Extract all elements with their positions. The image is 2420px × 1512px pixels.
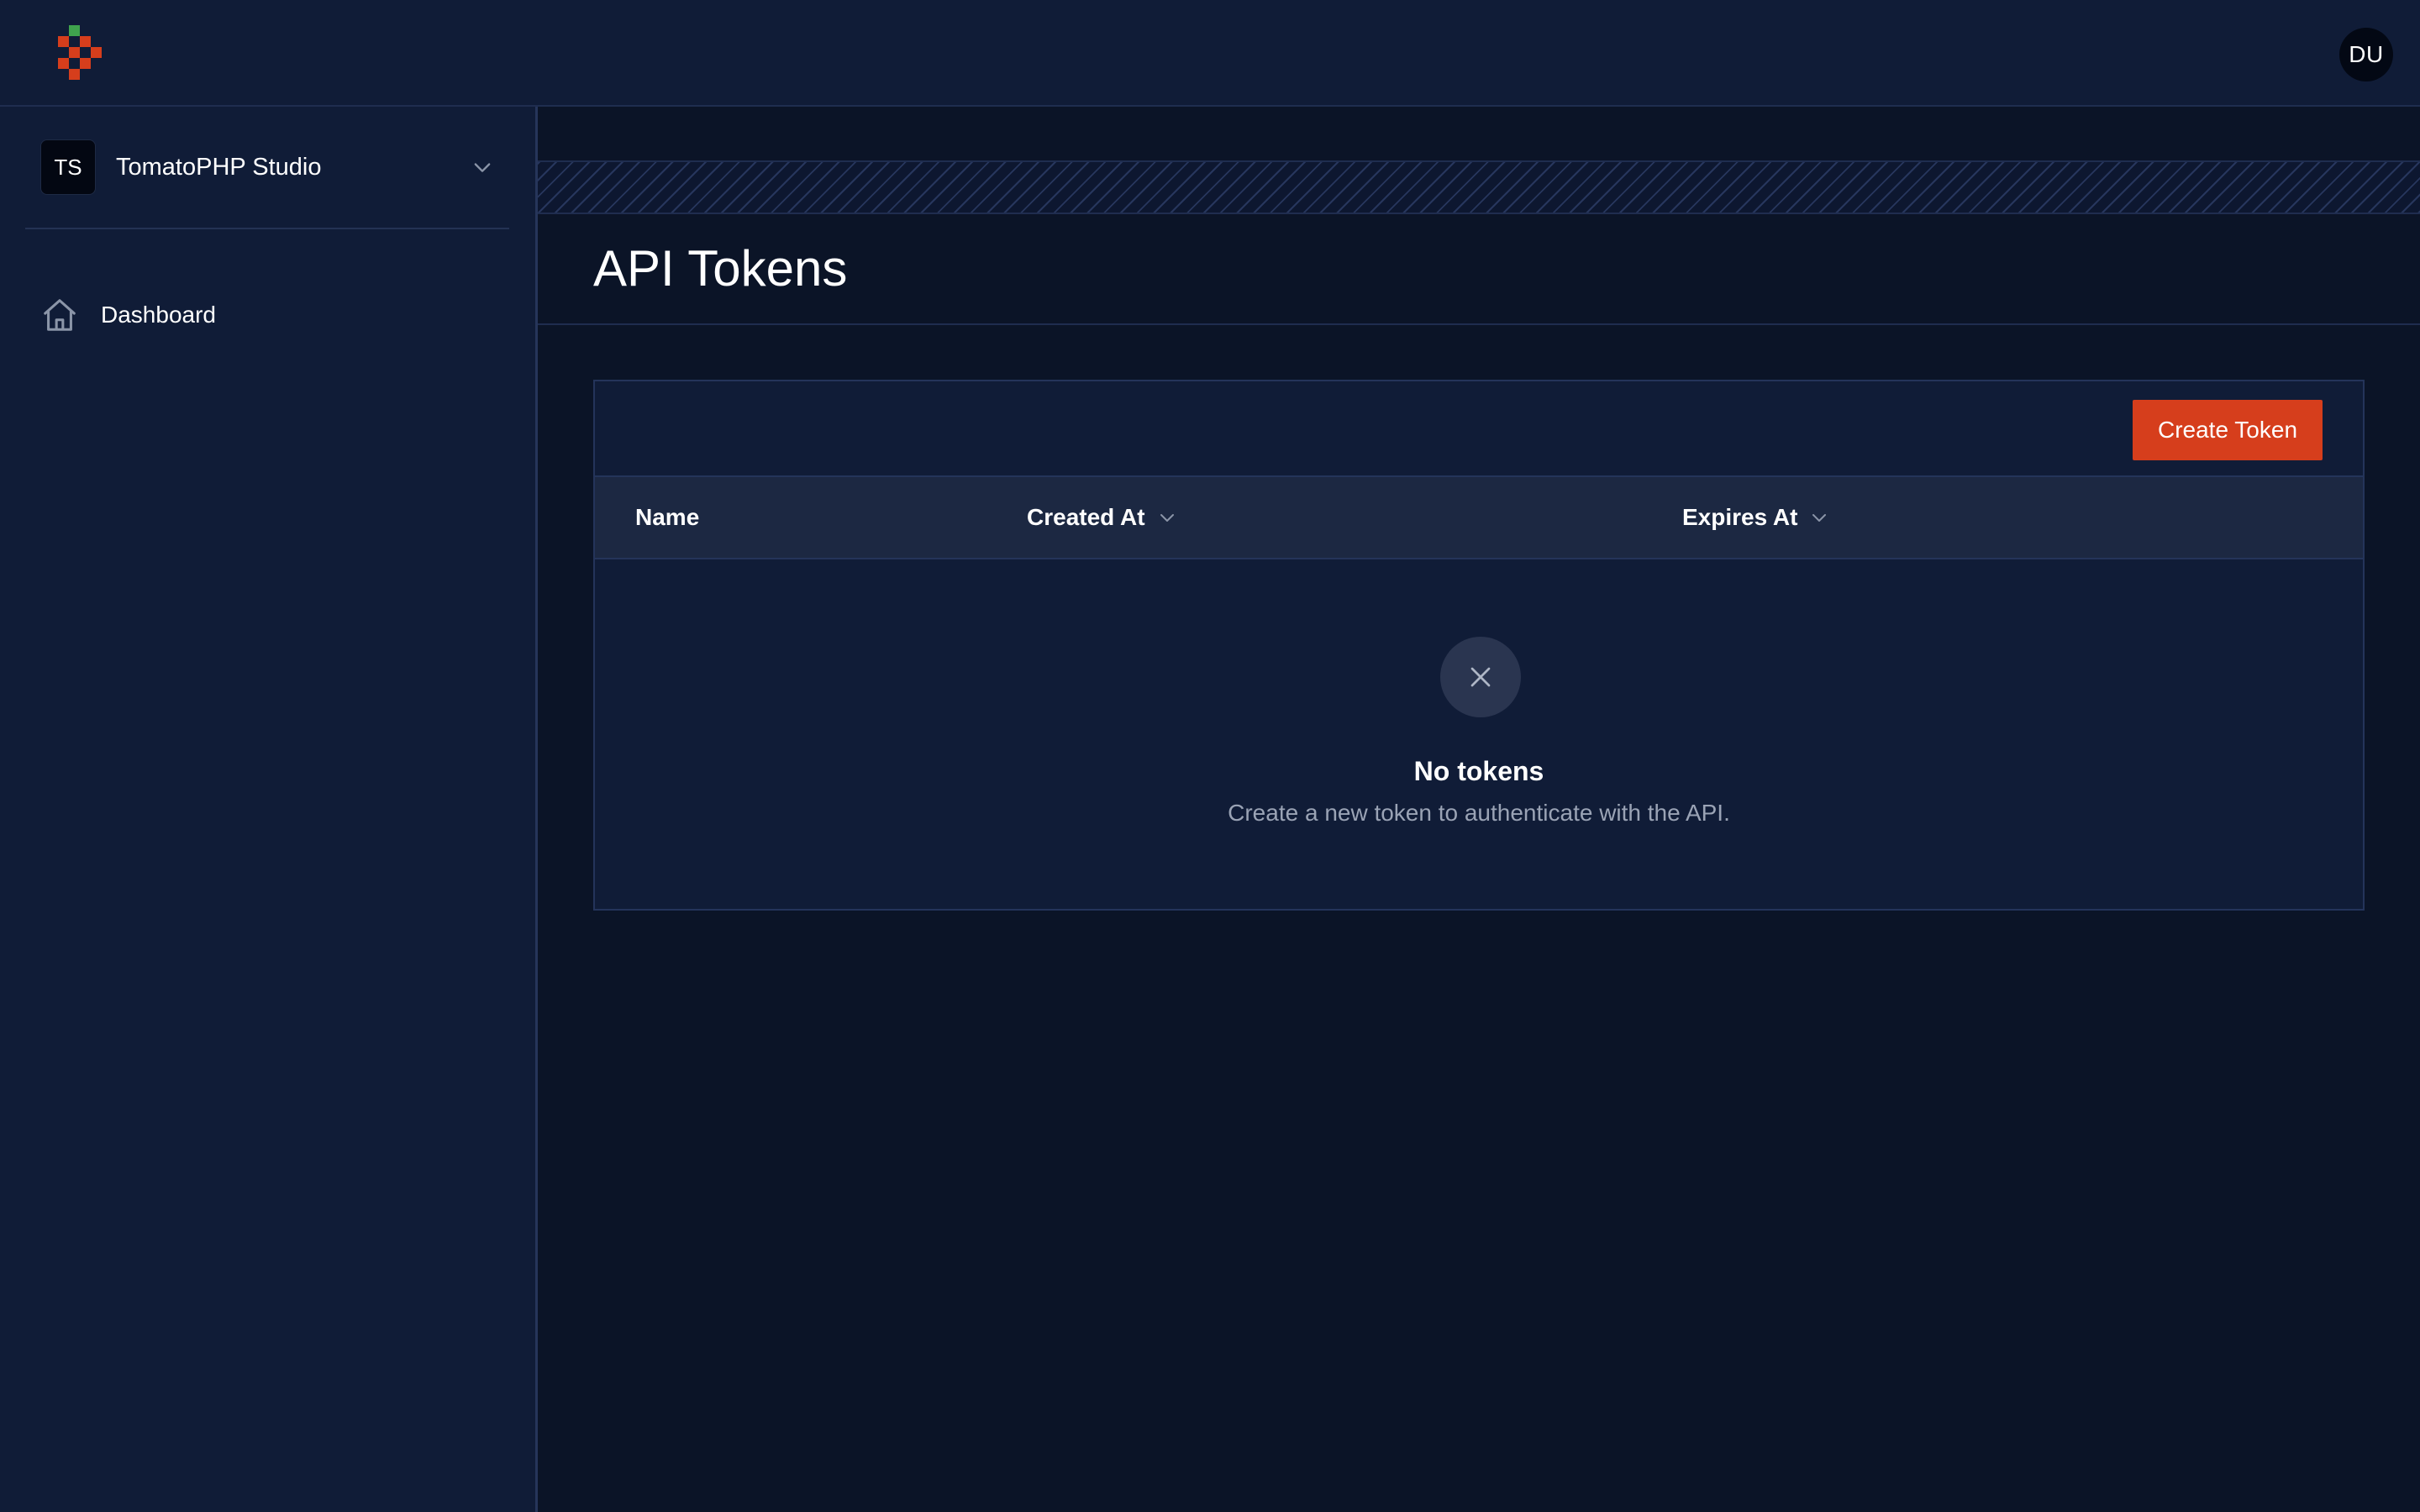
- page-header: API Tokens: [538, 214, 2420, 325]
- empty-state-title: No tokens: [1413, 756, 1544, 786]
- tomato-logo-icon[interactable]: [55, 25, 106, 82]
- top-bar: DU: [0, 0, 2420, 107]
- empty-state-icon: [1440, 637, 1521, 717]
- team-name: TomatoPHP Studio: [116, 153, 322, 181]
- create-token-button[interactable]: Create Token: [2133, 400, 2323, 460]
- sidebar-item-dashboard[interactable]: Dashboard: [25, 290, 504, 340]
- home-icon: [44, 299, 76, 331]
- user-avatar[interactable]: DU: [2339, 28, 2393, 81]
- table-toolbar: Create Token: [595, 381, 2363, 477]
- main-content: API Tokens Create Token Name Created At …: [538, 107, 2420, 1512]
- team-badge: TS: [40, 139, 96, 195]
- team-switcher[interactable]: TS TomatoPHP Studio: [25, 137, 504, 197]
- column-label: Created At: [1027, 504, 1145, 530]
- column-header-name: Name: [635, 477, 699, 558]
- column-header-expires-at[interactable]: Expires At: [1682, 477, 1829, 558]
- column-label: Expires At: [1682, 504, 1798, 530]
- close-icon: [1470, 667, 1491, 687]
- tokens-table-card: Create Token Name Created At Expires At: [593, 380, 2365, 911]
- chevron-down-icon: [474, 163, 491, 172]
- sidebar-item-label: Dashboard: [101, 302, 216, 328]
- sidebar-divider: [25, 228, 509, 229]
- table-header: Name Created At Expires At: [595, 477, 2363, 559]
- column-label: Name: [635, 504, 700, 530]
- column-header-created-at[interactable]: Created At: [1027, 477, 1177, 558]
- empty-state-description: Create a new token to authenticate with …: [1228, 800, 1730, 826]
- empty-state: No tokens Create a new token to authenti…: [595, 559, 2363, 911]
- chevron-down-icon: [1812, 514, 1827, 522]
- header-stripe: [538, 160, 2420, 214]
- page-title: API Tokens: [593, 240, 848, 297]
- chevron-down-icon: [1160, 514, 1174, 522]
- sidebar: TS TomatoPHP Studio Dashboard: [0, 107, 538, 1512]
